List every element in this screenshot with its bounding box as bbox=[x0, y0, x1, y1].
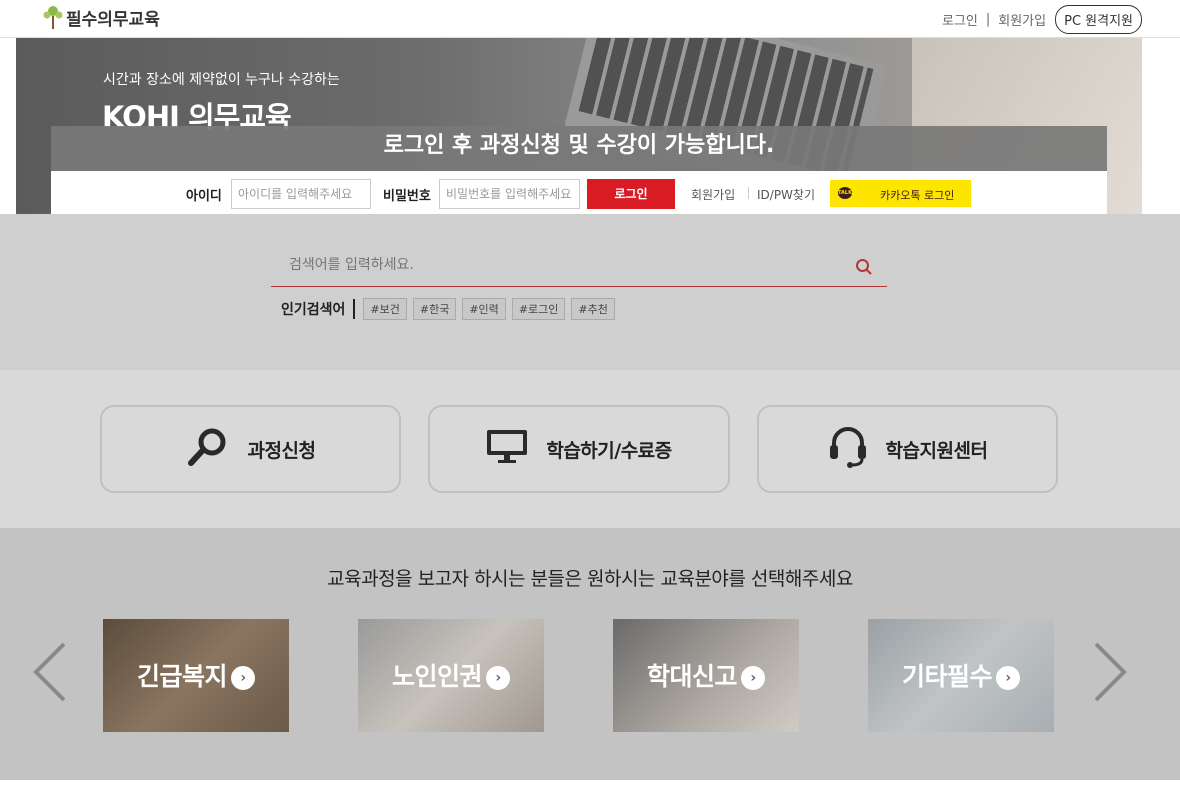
quick-menu: 과정신청 학습하기/수료증 학습지원센터 bbox=[0, 370, 1180, 528]
top-links: 로그인 | 회원가입 PC 원격지원 bbox=[942, 5, 1142, 34]
find-id-pw-link[interactable]: ID/PW찾기 bbox=[757, 186, 815, 203]
tree-logo-icon bbox=[42, 4, 64, 30]
login-notice: 로그인 후 과정신청 및 수강이 가능합니다. bbox=[51, 126, 1107, 171]
kakao-login-button[interactable]: TALK 카카오톡 로그인 bbox=[830, 180, 971, 207]
divider bbox=[748, 187, 749, 199]
quick-menu-label: 학습하기/수료증 bbox=[546, 439, 672, 462]
category-card-elder-rights[interactable]: 노인인권 › bbox=[358, 619, 544, 732]
category-label-text: 기타필수 bbox=[901, 662, 993, 691]
id-input[interactable]: 아이디를 입력해주세요 bbox=[231, 179, 371, 209]
chevron-right-icon: › bbox=[231, 666, 255, 690]
category-label: 기타필수 › bbox=[868, 657, 1054, 693]
carousel-prev-icon[interactable] bbox=[30, 640, 70, 704]
keyword-tag[interactable]: #로그인 bbox=[511, 298, 566, 320]
site-logo[interactable]: 필수의무교육 bbox=[42, 4, 160, 30]
course-section-title: 교육과정을 보고자 하시는 분들은 원하시는 교육분야를 선택해주세요 bbox=[327, 568, 853, 590]
category-card-other-required[interactable]: 기타필수 › bbox=[868, 619, 1054, 732]
chevron-right-icon: › bbox=[741, 666, 765, 690]
study-certificate-button[interactable]: 학습하기/수료증 bbox=[428, 405, 730, 493]
footer-strip bbox=[0, 780, 1180, 785]
magnifier-icon bbox=[186, 427, 230, 471]
course-section: 교육과정을 보고자 하시는 분들은 원하시는 교육분야를 선택해주세요 긴급복지… bbox=[0, 528, 1180, 780]
carousel-next-icon[interactable] bbox=[1090, 640, 1130, 704]
category-label: 노인인권 › bbox=[358, 657, 544, 693]
password-input[interactable]: 비밀번호를 입력해주세요 bbox=[439, 179, 580, 209]
kakao-login-label: 카카오톡 로그인 bbox=[880, 189, 955, 202]
course-apply-button[interactable]: 과정신청 bbox=[100, 405, 401, 493]
login-form: 아이디 아이디를 입력해주세요 비밀번호 비밀번호를 입력해주세요 로그인 회원… bbox=[51, 171, 1107, 214]
password-label: 비밀번호 bbox=[383, 189, 431, 204]
keyword-tag[interactable]: #보건 bbox=[363, 298, 407, 320]
search-section: 인기검색어 #보건 #한국 #인력 #로그인 #추천 bbox=[0, 214, 1180, 370]
category-label-text: 학대신고 bbox=[646, 662, 738, 691]
category-label-text: 노인인권 bbox=[391, 662, 483, 691]
chevron-right-icon: › bbox=[486, 666, 510, 690]
keyword-tag[interactable]: #추천 bbox=[571, 298, 615, 320]
search-icon[interactable] bbox=[855, 258, 873, 276]
popular-keywords-label: 인기검색어 bbox=[281, 299, 356, 319]
category-label: 학대신고 › bbox=[613, 657, 799, 693]
search-bar bbox=[271, 252, 887, 287]
divider: | bbox=[985, 12, 991, 27]
login-button[interactable]: 로그인 bbox=[587, 179, 675, 209]
signup-link[interactable]: 회원가입 bbox=[691, 186, 735, 203]
site-header: 필수의무교육 로그인 | 회원가입 PC 원격지원 bbox=[0, 0, 1180, 38]
category-card-abuse-report[interactable]: 학대신고 › bbox=[613, 619, 799, 732]
id-label: 아이디 bbox=[186, 189, 222, 204]
kakao-talk-icon: TALK bbox=[838, 187, 852, 199]
keyword-tag[interactable]: #인력 bbox=[462, 298, 506, 320]
headset-icon bbox=[828, 425, 868, 473]
category-label: 긴급복지 › bbox=[103, 657, 289, 693]
chevron-right-icon: › bbox=[996, 666, 1020, 690]
header-login-link[interactable]: 로그인 bbox=[942, 10, 978, 29]
category-label-text: 긴급복지 bbox=[136, 662, 228, 691]
popular-keywords: 인기검색어 #보건 #한국 #인력 #로그인 #추천 bbox=[281, 298, 621, 320]
remote-support-button[interactable]: PC 원격지원 bbox=[1055, 5, 1142, 34]
monitor-icon bbox=[486, 429, 528, 469]
quick-menu-label: 과정신청 bbox=[247, 439, 316, 462]
keyword-tag[interactable]: #한국 bbox=[412, 298, 457, 320]
support-center-button[interactable]: 학습지원센터 bbox=[757, 405, 1058, 493]
header-signup-link[interactable]: 회원가입 bbox=[998, 10, 1046, 29]
quick-menu-label: 학습지원센터 bbox=[885, 439, 988, 462]
hero-subtitle: 시간과 장소에 제약없이 누구나 수강하는 bbox=[103, 72, 340, 88]
category-card-emergency-welfare[interactable]: 긴급복지 › bbox=[103, 619, 289, 732]
search-input[interactable] bbox=[289, 257, 809, 273]
logo-text: 필수의무교육 bbox=[66, 9, 160, 30]
